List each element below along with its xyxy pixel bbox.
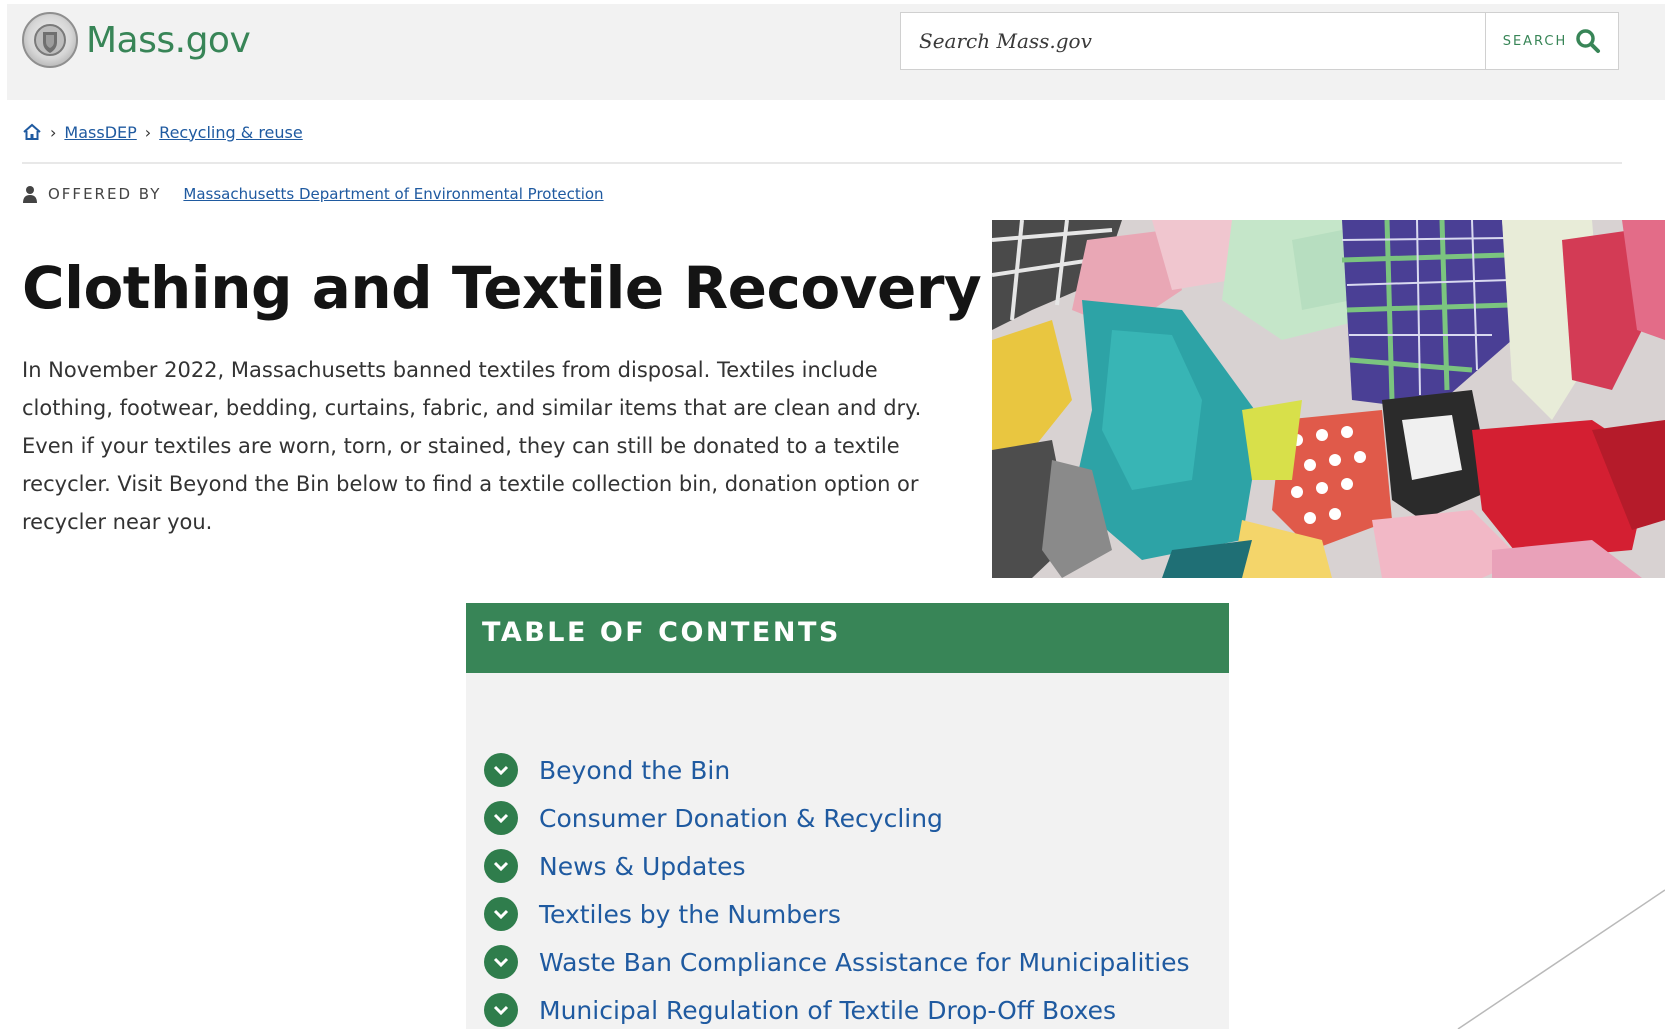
chevron-down-icon	[484, 849, 518, 883]
chevron-down-icon	[484, 753, 518, 787]
breadcrumb-separator: ›	[144, 122, 152, 142]
offered-by-label: OFFERED BY	[48, 185, 162, 203]
toc-link[interactable]: Municipal Regulation of Textile Drop-Off…	[539, 996, 1116, 1025]
clothing-pile-photo	[992, 220, 1665, 578]
table-of-contents: TABLE OF CONTENTS Beyond the Bin Consume…	[466, 603, 1229, 1029]
breadcrumb-link-recycling[interactable]: Recycling & reuse	[159, 123, 303, 142]
page-title: Clothing and Textile Recovery	[22, 254, 982, 322]
page: Mass.gov SEARCH › MassDEP › Recycling & …	[0, 0, 1665, 1029]
search-box	[900, 12, 1487, 70]
person-icon	[23, 186, 37, 203]
home-icon[interactable]	[22, 122, 42, 142]
seal-icon	[22, 12, 78, 68]
chevron-down-icon	[484, 897, 518, 931]
chevron-down-icon	[484, 993, 518, 1027]
toc-header: TABLE OF CONTENTS	[466, 603, 1229, 673]
intro-paragraph: In November 2022, Massachusetts banned t…	[22, 358, 922, 534]
toc-link[interactable]: Textiles by the Numbers	[539, 900, 841, 929]
breadcrumb: › MassDEP › Recycling & reuse	[22, 122, 303, 142]
toc-link[interactable]: Consumer Donation & Recycling	[539, 804, 943, 833]
offered-by: OFFERED BY Massachusetts Department of E…	[22, 185, 604, 203]
breadcrumb-separator: ›	[50, 122, 57, 142]
breadcrumb-link-massdep[interactable]: MassDEP	[64, 123, 136, 142]
toc-title: TABLE OF CONTENTS	[482, 617, 841, 648]
site-header: Mass.gov SEARCH	[7, 4, 1665, 100]
mass-gov-logo[interactable]: Mass.gov	[22, 12, 251, 68]
chevron-down-icon	[484, 945, 518, 979]
search-input[interactable]	[901, 13, 1487, 69]
toc-link[interactable]: Beyond the Bin	[539, 756, 730, 785]
search-button[interactable]: SEARCH	[1485, 12, 1619, 70]
logo-text: Mass.gov	[86, 19, 251, 61]
search-button-label: SEARCH	[1502, 33, 1568, 49]
toc-link[interactable]: News & Updates	[539, 852, 746, 881]
divider	[22, 162, 1622, 164]
offered-by-organization-link[interactable]: Massachusetts Department of Environmenta…	[183, 185, 603, 203]
toc-link[interactable]: Waste Ban Compliance Assistance for Muni…	[539, 948, 1190, 977]
search-icon	[1576, 29, 1601, 53]
chevron-down-icon	[484, 801, 518, 835]
